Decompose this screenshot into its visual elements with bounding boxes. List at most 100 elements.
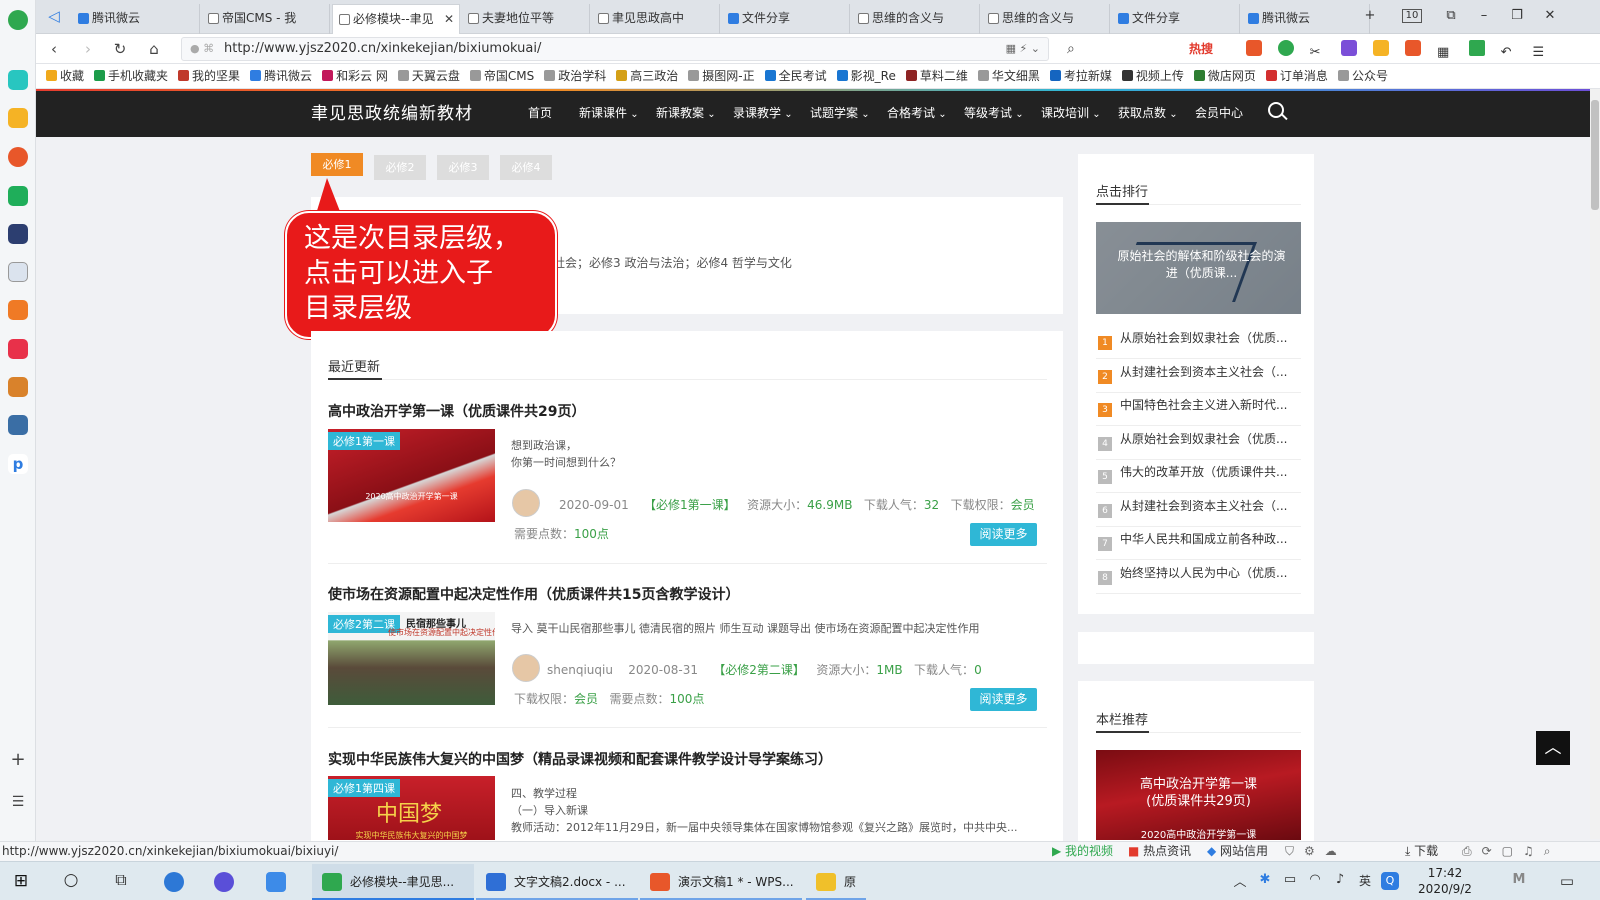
extension-icon[interactable] bbox=[1277, 40, 1294, 56]
site-search-icon[interactable] bbox=[1268, 102, 1284, 118]
module-subtab[interactable]: 必修1 bbox=[311, 153, 363, 176]
mail-icon[interactable] bbox=[8, 186, 28, 206]
menu-icon[interactable]: ☰ bbox=[1532, 45, 1548, 61]
site-nav-item[interactable]: 等级考试 ⌄ bbox=[964, 104, 1024, 121]
shopping-icon[interactable] bbox=[8, 300, 28, 320]
bookmark-item[interactable]: 影视_Re bbox=[836, 64, 896, 88]
taskbar-app-button[interactable]: 必修模块--聿见思... bbox=[312, 864, 474, 900]
bookmark-item[interactable]: 华文细黑 bbox=[977, 64, 1040, 88]
back-to-top-button[interactable]: ︿ bbox=[1536, 731, 1570, 765]
grid-apps-icon[interactable]: ▦ bbox=[1437, 45, 1453, 61]
minimize-button[interactable]: – bbox=[1473, 6, 1495, 26]
browser-tab[interactable]: 思维的含义与 bbox=[982, 4, 1110, 34]
bluetooth-icon[interactable]: ✱ bbox=[1256, 872, 1274, 890]
address-bar[interactable]: ● ⌘ http://www.yjsz2020.cn/xinkekejian/b… bbox=[181, 37, 1049, 61]
video-app-icon[interactable] bbox=[8, 339, 28, 359]
bookmark-item[interactable]: 手机收藏夹 bbox=[94, 64, 168, 88]
read-more-button[interactable]: 阅读更多 bbox=[970, 523, 1037, 546]
volume-icon[interactable]: ♪ bbox=[1331, 872, 1349, 890]
close-window-button[interactable]: ✕ bbox=[1539, 6, 1561, 26]
battery-extension-icon[interactable] bbox=[1468, 40, 1485, 56]
browser-tab[interactable]: 聿见思政高中 bbox=[592, 4, 720, 34]
address-actions-icon[interactable]: ▦ ⚡ ⌄ bbox=[1006, 38, 1040, 60]
module-subtab[interactable]: 必修2 bbox=[374, 155, 426, 180]
cortana-search-icon[interactable]: ○ bbox=[62, 870, 80, 890]
extension-icon[interactable] bbox=[1246, 40, 1262, 56]
ranking-list-item[interactable]: 7 中华人民共和国成立前各种政... bbox=[1096, 530, 1301, 560]
ranking-list-item[interactable]: 1 从原始社会到奴隶社会（优质... bbox=[1096, 329, 1301, 359]
bookmark-item[interactable]: 视频上传 bbox=[1121, 64, 1184, 88]
article-title[interactable]: 使市场在资源配置中起决定性作用（优质课件共15页含教学设计） bbox=[328, 584, 739, 604]
tray-expand-icon[interactable]: ︿ bbox=[1231, 871, 1249, 890]
browser-logo-icon[interactable] bbox=[8, 10, 28, 30]
new-tab-button[interactable]: + bbox=[1359, 6, 1381, 26]
site-nav-item[interactable]: 会员中心 bbox=[1195, 104, 1243, 121]
wifi-icon[interactable]: ◠ bbox=[1306, 872, 1324, 890]
ranking-list-item[interactable]: 2 从封建社会到资本主义社会（... bbox=[1096, 363, 1301, 393]
undo-icon[interactable]: ↶ bbox=[1501, 45, 1517, 61]
browser-tab[interactable]: 腾讯微云 bbox=[72, 4, 200, 34]
pinned-app-icon[interactable] bbox=[266, 872, 286, 892]
bookmark-item[interactable]: 政治学科 bbox=[544, 64, 606, 88]
status-extra-icons[interactable]: ⎙⟳▢♫⌕ bbox=[1462, 842, 1560, 861]
article-title[interactable]: 实现中华民族伟大复兴的中国梦（精品录课视频和配套课件教学设计导学案练习） bbox=[328, 749, 832, 769]
favorites-star-icon[interactable] bbox=[8, 108, 28, 128]
pay-app-icon[interactable]: p bbox=[8, 454, 28, 474]
sidebar-app-icon[interactable] bbox=[8, 70, 28, 90]
bookmark-item[interactable]: 考拉新媒 bbox=[1049, 64, 1112, 88]
site-logo[interactable]: 聿见思政统编新教材 bbox=[311, 99, 473, 124]
bookmark-item[interactable]: 高三政治 bbox=[616, 64, 678, 88]
document-icon[interactable] bbox=[8, 262, 28, 282]
ranking-list-item[interactable]: 5 伟大的改革开放（优质课件共... bbox=[1096, 463, 1301, 493]
navigate-icon[interactable]: ◁ bbox=[44, 6, 64, 26]
ranking-list-item[interactable]: 8 始终坚持以人民为中心（优质... bbox=[1096, 564, 1301, 594]
bookmark-item[interactable]: 我的坚果 bbox=[178, 64, 240, 88]
module-subtab[interactable]: 必修4 bbox=[500, 155, 552, 180]
browser-tab[interactable]: 思维的含义与 bbox=[852, 4, 980, 34]
battery-icon[interactable]: ▭ bbox=[1281, 872, 1299, 890]
bookmark-item[interactable]: 天翼云盘 bbox=[397, 64, 460, 88]
reload-icon[interactable]: ↻ bbox=[110, 39, 130, 59]
site-nav-item[interactable]: 首页 bbox=[528, 104, 552, 121]
article-thumbnail[interactable]: 必修2第二课 民宿那些事儿 使市场在资源配置中起决定性作用 bbox=[328, 612, 495, 705]
bookmark-item[interactable]: 全民考试 bbox=[764, 64, 827, 88]
module-subtab[interactable]: 必修3 bbox=[437, 155, 489, 180]
bookmark-item[interactable]: 和彩云 网 bbox=[322, 64, 388, 88]
game-app-2-icon[interactable] bbox=[8, 415, 28, 435]
pinned-app-icon[interactable] bbox=[214, 872, 234, 892]
site-credit-link[interactable]: ◆ 网站信用 bbox=[1207, 842, 1268, 861]
ranking-feature-image[interactable]: 原始社会的解体和阶级社会的演进（优质课... bbox=[1096, 222, 1301, 314]
site-nav-item[interactable]: 录课教学 ⌄ bbox=[733, 104, 793, 121]
home-icon[interactable]: ⌂ bbox=[144, 39, 164, 59]
site-info-icon[interactable]: ● ⌘ bbox=[190, 38, 214, 60]
browser-tab[interactable]: 文件分享 bbox=[1112, 4, 1240, 34]
bookmark-item[interactable]: 草料二维 bbox=[905, 64, 968, 88]
forward-button[interactable]: › bbox=[78, 39, 98, 59]
restore-tabs-icon[interactable]: ⧉ bbox=[1440, 6, 1462, 26]
ranking-list-item[interactable]: 3 中国特色社会主义进入新时代... bbox=[1096, 396, 1301, 426]
taskbar-app-button[interactable]: 原 bbox=[806, 864, 866, 900]
taskbar-app-button[interactable]: 文字文稿2.docx - ... bbox=[476, 864, 638, 900]
game-extension-icon[interactable] bbox=[1405, 40, 1422, 56]
read-more-button[interactable]: 阅读更多 bbox=[970, 688, 1037, 711]
back-button[interactable]: ‹ bbox=[44, 39, 64, 59]
screenshot-scissors-icon[interactable]: ✂ bbox=[1310, 45, 1326, 61]
hot-news-link[interactable]: ■ 热点资讯 bbox=[1128, 842, 1191, 861]
qq-tray-icon[interactable]: Q bbox=[1381, 872, 1399, 890]
status-tools-icon[interactable]: ⛉⚙☁ bbox=[1285, 842, 1347, 861]
windows-start-icon[interactable]: ⊞ bbox=[12, 871, 30, 891]
task-view-icon[interactable]: ⧉ bbox=[112, 870, 130, 889]
sidebar-menu-icon[interactable]: ☰ bbox=[8, 792, 28, 812]
site-nav-item[interactable]: 获取点数 ⌄ bbox=[1118, 104, 1178, 121]
article-category[interactable]: 【必修2第二课】 bbox=[713, 663, 805, 677]
article-category[interactable]: 【必修1第一课】 bbox=[644, 498, 736, 512]
scrollbar-thumb[interactable] bbox=[1591, 100, 1599, 210]
game-app-icon[interactable] bbox=[8, 377, 28, 397]
bookmark-item[interactable]: 微店网页 bbox=[1193, 64, 1256, 88]
hot-search-label[interactable]: 热搜 bbox=[1189, 37, 1213, 61]
tab-count[interactable]: 10 bbox=[1402, 9, 1422, 23]
bookmark-item[interactable]: 公众号 bbox=[1337, 64, 1388, 88]
browser-tab[interactable]: 腾讯微云 bbox=[1242, 4, 1370, 34]
pinned-app-icon[interactable] bbox=[164, 872, 184, 892]
taskbar-app-button[interactable]: 演示文稿1 * - WPS... bbox=[640, 864, 802, 900]
